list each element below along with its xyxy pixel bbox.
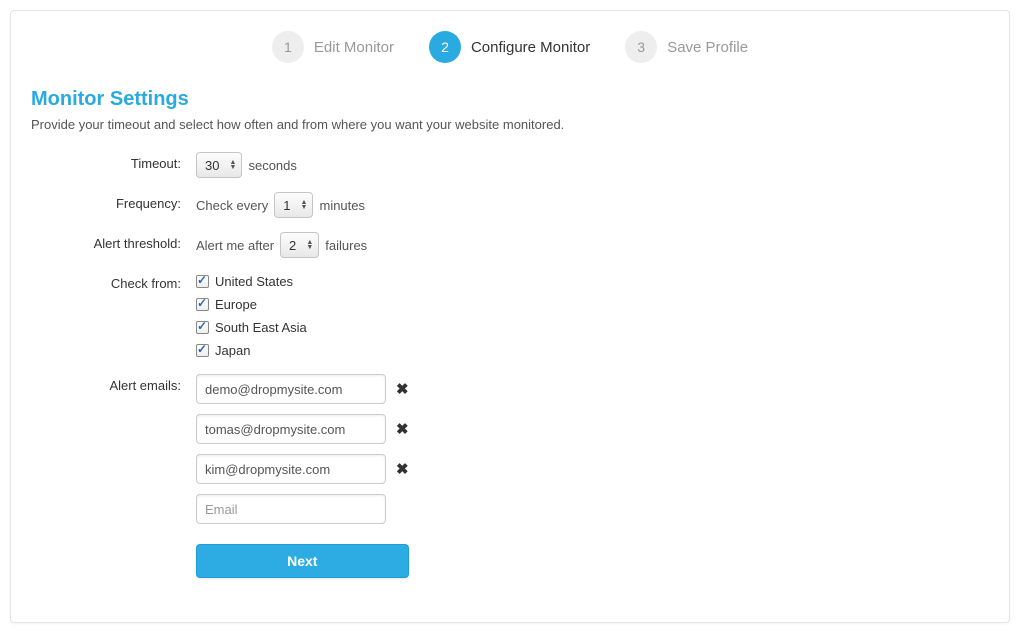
remove-email-icon[interactable]: ✖ (396, 380, 409, 398)
threshold-row: Alert threshold: Alert me after 2 ▲▼ fai… (31, 232, 989, 258)
checkfrom-eu-label: Europe (215, 297, 257, 312)
section-title: Monitor Settings (31, 88, 989, 111)
checkbox-us[interactable] (196, 275, 209, 288)
emails-label: Alert emails: (31, 374, 196, 393)
timeout-value: 30 (205, 158, 219, 173)
threshold-label: Alert threshold: (31, 232, 196, 251)
section-description: Provide your timeout and select how ofte… (31, 117, 989, 132)
timeout-select[interactable]: 30 ▲▼ (196, 152, 242, 178)
checkfrom-option-sea: South East Asia (196, 318, 307, 337)
checkbox-sea[interactable] (196, 321, 209, 334)
checkbox-eu[interactable] (196, 298, 209, 311)
stepper-icon: ▲▼ (301, 200, 308, 210)
step-1-label: Edit Monitor (314, 39, 394, 56)
step-1[interactable]: 1 Edit Monitor (272, 31, 394, 63)
threshold-prefix: Alert me after (196, 238, 274, 253)
email-input-new[interactable] (196, 494, 386, 524)
threshold-value: 2 (289, 238, 296, 253)
email-entry-0: ✖ (196, 374, 409, 404)
step-3-label: Save Profile (667, 39, 748, 56)
threshold-select[interactable]: 2 ▲▼ (280, 232, 319, 258)
wizard-steps: 1 Edit Monitor 2 Configure Monitor 3 Sav… (31, 31, 989, 63)
frequency-label: Frequency: (31, 192, 196, 211)
email-input-1[interactable] (196, 414, 386, 444)
timeout-unit: seconds (248, 158, 296, 173)
step-1-number: 1 (272, 31, 304, 63)
checkfrom-option-us: United States (196, 272, 307, 291)
email-input-2[interactable] (196, 454, 386, 484)
checkfrom-us-label: United States (215, 274, 293, 289)
checkfrom-jp-label: Japan (215, 343, 250, 358)
frequency-value: 1 (283, 198, 290, 213)
checkfrom-sea-label: South East Asia (215, 320, 307, 335)
threshold-unit: failures (325, 238, 367, 253)
frequency-select[interactable]: 1 ▲▼ (274, 192, 313, 218)
step-2-label: Configure Monitor (471, 39, 590, 56)
email-entry-1: ✖ (196, 414, 409, 444)
remove-email-icon[interactable]: ✖ (396, 460, 409, 478)
step-2-number: 2 (429, 31, 461, 63)
checkbox-jp[interactable] (196, 344, 209, 357)
step-2[interactable]: 2 Configure Monitor (429, 31, 590, 63)
settings-panel: 1 Edit Monitor 2 Configure Monitor 3 Sav… (10, 10, 1010, 623)
stepper-icon: ▲▼ (306, 240, 313, 250)
checkfrom-option-eu: Europe (196, 295, 307, 314)
step-3-number: 3 (625, 31, 657, 63)
frequency-prefix: Check every (196, 198, 268, 213)
emails-row: Alert emails: ✖ ✖ ✖ Next (31, 374, 989, 578)
remove-email-icon[interactable]: ✖ (396, 420, 409, 438)
stepper-icon: ▲▼ (230, 160, 237, 170)
email-input-0[interactable] (196, 374, 386, 404)
timeout-label: Timeout: (31, 152, 196, 171)
checkfrom-row: Check from: United States Europe South E… (31, 272, 989, 360)
step-3[interactable]: 3 Save Profile (625, 31, 748, 63)
next-button[interactable]: Next (196, 544, 409, 578)
timeout-row: Timeout: 30 ▲▼ seconds (31, 152, 989, 178)
frequency-row: Frequency: Check every 1 ▲▼ minutes (31, 192, 989, 218)
frequency-unit: minutes (319, 198, 365, 213)
checkfrom-label: Check from: (31, 272, 196, 291)
email-entry-2: ✖ (196, 454, 409, 484)
email-entry-new (196, 494, 409, 524)
checkfrom-option-jp: Japan (196, 341, 307, 360)
